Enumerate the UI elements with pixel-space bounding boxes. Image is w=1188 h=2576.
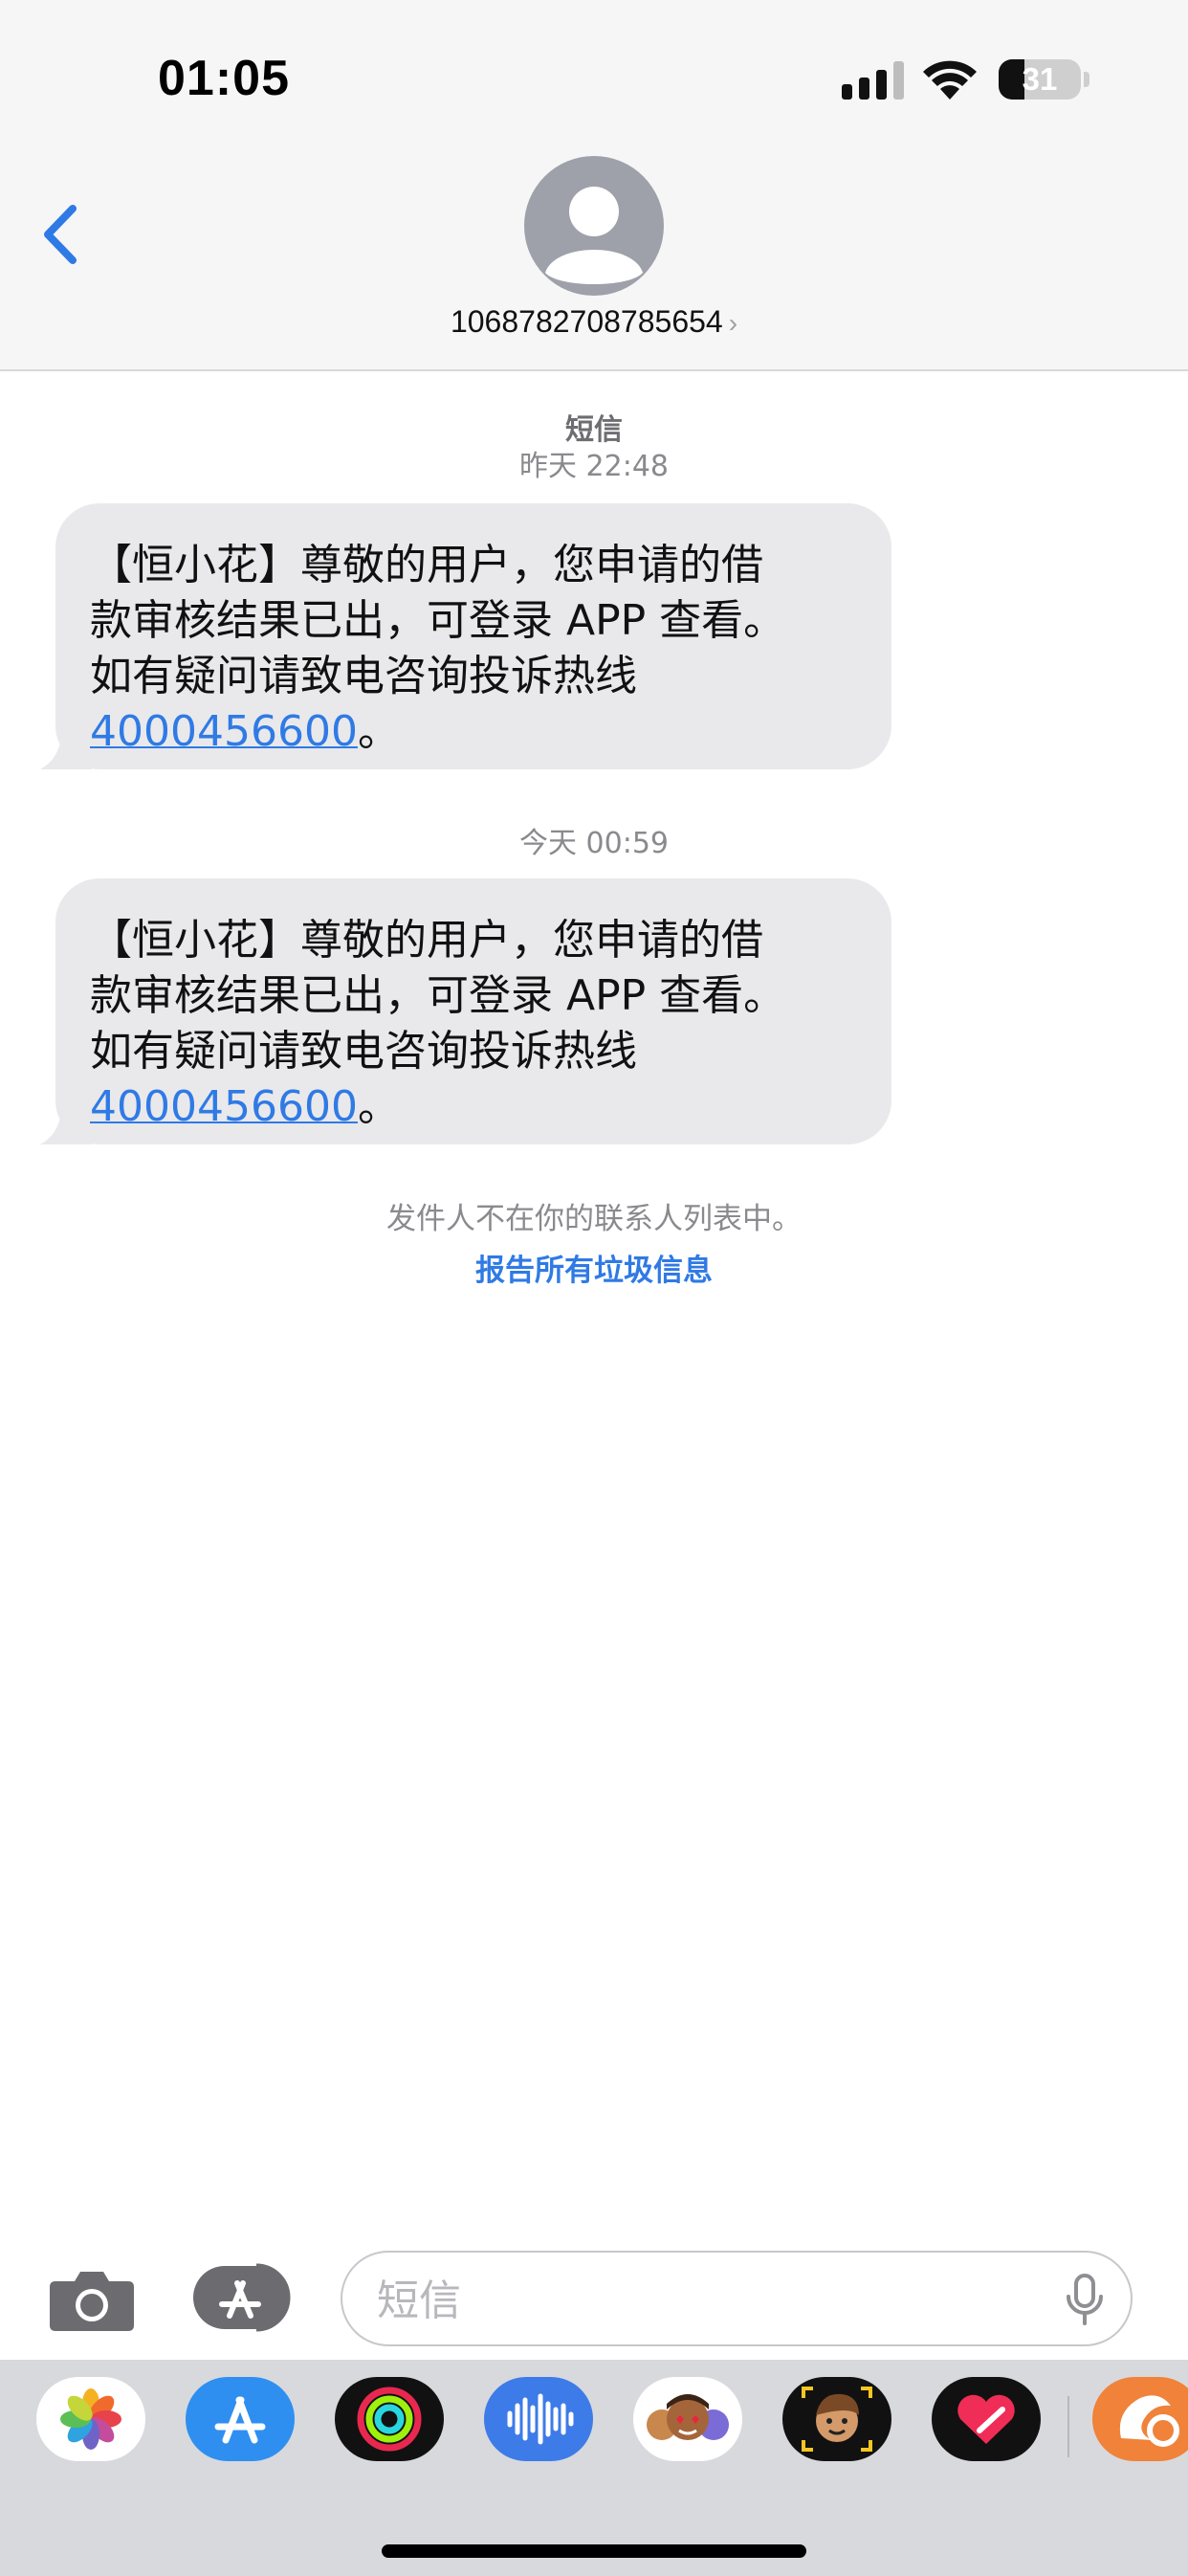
home-indicator[interactable] [382, 2544, 806, 2558]
apps-button[interactable] [191, 2262, 297, 2333]
message-line: 4000456600。 [90, 1079, 857, 1135]
message-end-punct: 。 [357, 707, 400, 756]
phone-link[interactable]: 4000456600 [90, 707, 358, 756]
contact-number[interactable]: 1068782708785654 › [0, 304, 1188, 340]
wifi-icon [923, 60, 977, 100]
message-bubble[interactable]: 【恒小花】尊敬的用户，您申请的借 款审核结果已出，可登录 APP 查看。 如有疑… [55, 503, 891, 769]
phone-link[interactable]: 4000456600 [90, 1082, 358, 1131]
orange-app-icon[interactable] [1092, 2377, 1188, 2461]
message-end-punct: 。 [357, 1082, 400, 1131]
photos-icon[interactable] [36, 2377, 145, 2461]
message-line: 款审核结果已出，可登录 APP 查看。 [90, 596, 786, 645]
app-drawer-divider [1067, 2396, 1069, 2457]
app-store-icon [193, 2263, 291, 2332]
message-line: 4000456600。 [90, 704, 857, 760]
app-store-icon[interactable] [186, 2377, 295, 2461]
message-line: 款审核结果已出，可登录 APP 查看。 [90, 971, 786, 1020]
message-line: 如有疑问请致电咨询投诉热线 [90, 652, 637, 700]
message-input-field[interactable] [341, 2251, 1133, 2346]
camera-icon [50, 2272, 134, 2331]
message-bubble[interactable]: 【恒小花】尊敬的用户，您申请的借 款审核结果已出，可登录 APP 查看。 如有疑… [55, 878, 891, 1144]
report-junk-link[interactable]: 报告所有垃圾信息 [0, 1246, 1188, 1289]
message-timestamp: 今天 00:59 [519, 827, 669, 860]
message-line: 如有疑问请致电咨询投诉热线 [90, 1027, 637, 1076]
message-line: 【恒小花】尊敬的用户，您申请的借 [90, 916, 763, 965]
memoji-icon[interactable] [782, 2377, 891, 2461]
back-button[interactable] [38, 201, 86, 268]
camera-button[interactable] [48, 2266, 136, 2333]
battery-icon: 31 [999, 59, 1081, 100]
activity-icon[interactable] [335, 2377, 444, 2461]
chevron-right-icon: › [728, 308, 738, 338]
not-in-contacts-notice: 发件人不在你的联系人列表中。 [386, 1202, 802, 1236]
chevron-left-icon [44, 205, 77, 264]
battery-cap [1084, 72, 1089, 87]
digital-touch-icon[interactable] [932, 2377, 1041, 2461]
conversation-header: 01:05 31 1068782708785654 › [0, 0, 1188, 371]
message-line: 【恒小花】尊敬的用户，您申请的借 [90, 541, 763, 589]
status-time: 01:05 [158, 51, 290, 106]
contact-number-text: 1068782708785654 [450, 304, 723, 339]
microphone-icon[interactable] [1064, 2274, 1106, 2327]
memoji-stickers-icon[interactable] [633, 2377, 742, 2461]
message-input[interactable] [377, 2272, 1008, 2329]
cellular-signal-icon [842, 61, 904, 100]
audio-message-icon[interactable] [484, 2377, 593, 2461]
battery-level: 31 [1022, 61, 1058, 97]
message-timestamp: 昨天 22:48 [519, 450, 669, 483]
person-icon [545, 187, 643, 284]
avatar[interactable] [524, 156, 664, 296]
